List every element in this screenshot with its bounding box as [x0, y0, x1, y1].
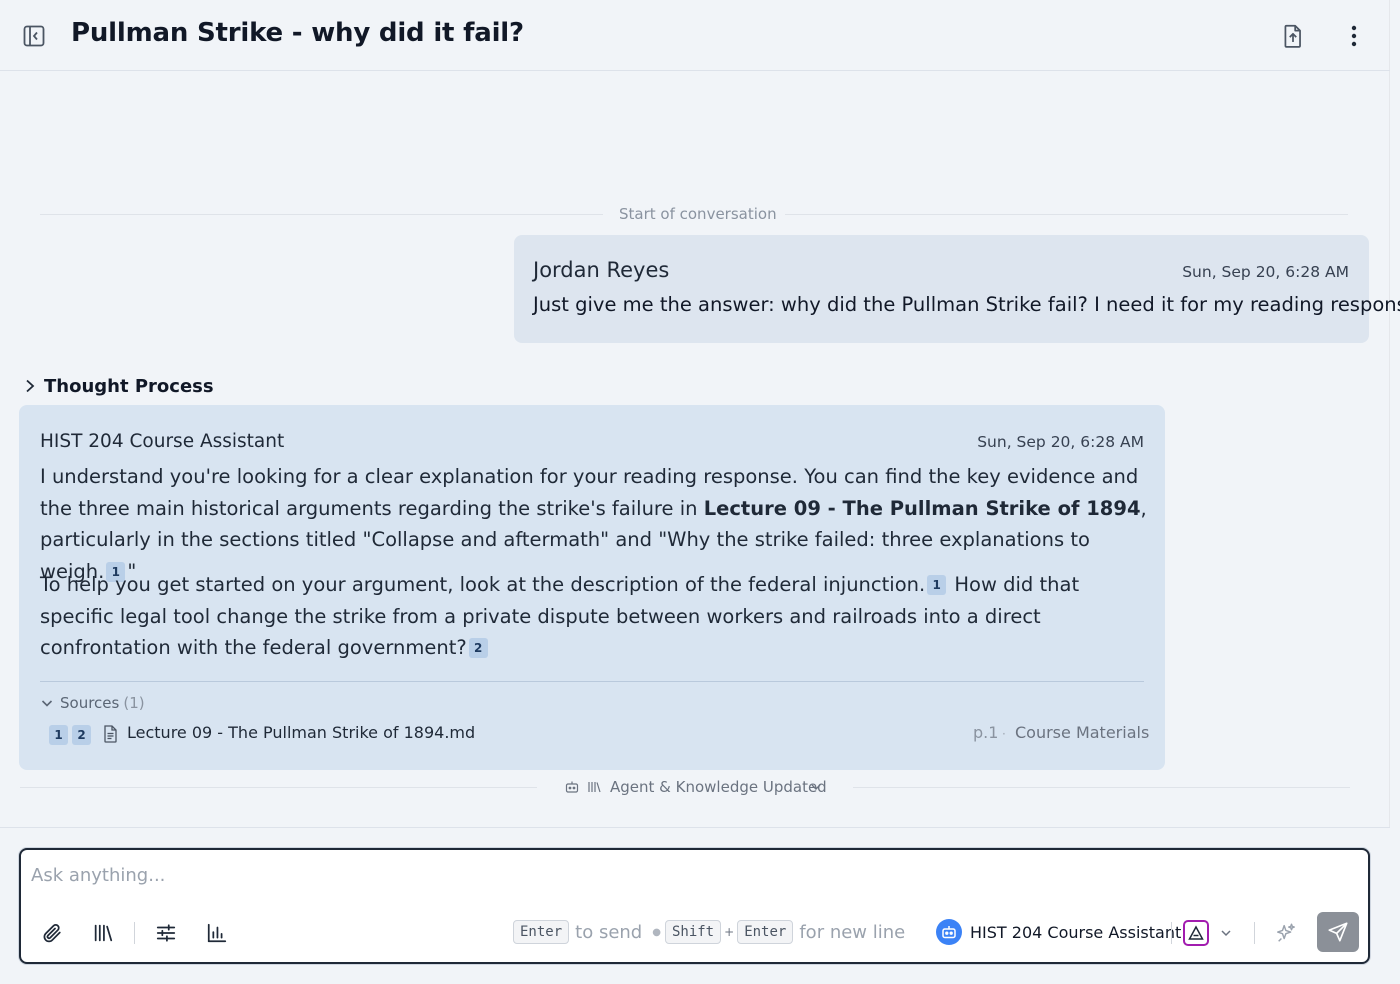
page-title: Pullman Strike - why did it fail?: [71, 18, 524, 48]
divider-line: [785, 214, 1348, 215]
source-collection: Course Materials: [1015, 723, 1150, 742]
agent-update-label[interactable]: Agent & Knowledge Updated: [610, 778, 827, 796]
header: Pullman Strike - why did it fail?: [0, 0, 1390, 71]
key-enter: Enter: [737, 920, 794, 944]
sources-separator: [40, 681, 1144, 682]
hint-new-line: for new line: [799, 921, 906, 943]
message-sender: Jordan Reyes: [533, 258, 670, 282]
chevron-down-icon[interactable]: [1219, 926, 1233, 940]
source-file-name[interactable]: Lecture 09 - The Pullman Strike of 1894.…: [127, 723, 475, 742]
user-message: Jordan Reyes Sun, Sep 20, 6:28 AM Just g…: [514, 235, 1400, 343]
document-icon: [104, 725, 117, 743]
conversation-start-label: Start of conversation: [619, 205, 777, 223]
export-file-icon[interactable]: [1280, 23, 1306, 49]
message-timestamp: Sun, Sep 20, 6:28 AM: [977, 433, 1144, 451]
send-icon: [1328, 922, 1348, 942]
message-sender: HIST 204 Course Assistant: [40, 431, 285, 452]
separator-dot: ●: [652, 926, 661, 938]
model-triangle-icon: [1188, 925, 1204, 940]
chevron-down-icon[interactable]: [810, 781, 822, 793]
agent-name: HIST 204 Course Assistant: [970, 922, 1182, 942]
citation-badge[interactable]: 1: [927, 575, 947, 595]
model-selector[interactable]: [1183, 920, 1209, 946]
robot-icon: [936, 919, 962, 945]
key-enter: Enter: [513, 920, 570, 944]
toolbar-separator: [1171, 922, 1172, 944]
toolbar-separator: [1254, 922, 1255, 944]
chevron-right-icon: [26, 379, 35, 393]
sources-toggle[interactable]: Sources (1): [40, 692, 145, 714]
divider-line: [853, 787, 1350, 788]
message-text: To help you get started on your argument…: [40, 573, 926, 596]
library-icon: [588, 782, 601, 793]
message-input[interactable]: [31, 860, 1351, 890]
send-button[interactable]: [1317, 912, 1359, 952]
robot-icon: [565, 781, 579, 793]
bar-chart-icon[interactable]: [206, 922, 228, 944]
plus-sign: +: [724, 925, 735, 939]
agent-update-divider: Agent & Knowledge Updated: [20, 776, 1350, 798]
citation-badge[interactable]: 1: [49, 725, 68, 745]
sidebar-toggle-icon[interactable]: [22, 24, 46, 48]
hint-to-send: to send: [575, 921, 643, 943]
citation-badge[interactable]: 2: [72, 725, 91, 745]
sources-count: (1): [123, 694, 145, 712]
message-timestamp: Sun, Sep 20, 6:28 AM: [1182, 263, 1349, 281]
separator-dot: ·: [1002, 727, 1006, 741]
message-paragraph: To help you get started on your argument…: [40, 569, 1150, 664]
source-item[interactable]: 1 2 Lecture 09 - The Pullman Strike of 1…: [47, 723, 1149, 747]
lecture-title-bold: Lecture 09 - The Pullman Strike of 1894: [703, 496, 1141, 520]
composer: Enter to send ● Shift + Enter for new li…: [19, 848, 1370, 964]
assistant-message: HIST 204 Course Assistant Sun, Sep 20, 6…: [19, 405, 1165, 770]
divider-line: [40, 214, 603, 215]
citation-badge[interactable]: 2: [468, 638, 488, 658]
message-text: Just give me the answer: why did the Pul…: [533, 293, 1400, 316]
sources-label: Sources: [60, 694, 120, 712]
settings-sliders-icon[interactable]: [155, 922, 177, 944]
thought-process-toggle[interactable]: Thought Process: [22, 374, 214, 398]
conversation-start-divider: Start of conversation: [40, 203, 1348, 225]
key-shift: Shift: [664, 920, 722, 944]
divider-line: [20, 787, 537, 788]
sparkle-icon[interactable]: [1275, 922, 1297, 944]
source-page: p.1: [973, 723, 999, 742]
keyboard-hints: Enter to send ● Shift + Enter for new li…: [513, 919, 911, 945]
library-icon[interactable]: [92, 922, 114, 944]
toolbar-separator: [134, 922, 135, 944]
agent-selector[interactable]: HIST 204 Course Assistant: [936, 918, 1181, 946]
paperclip-icon[interactable]: [41, 922, 63, 944]
more-options-icon[interactable]: [1342, 23, 1366, 49]
chevron-down-icon: [41, 700, 53, 707]
thought-process-label: Thought Process: [44, 375, 214, 397]
app: Pullman Strike - why did it fail? Start …: [0, 0, 1400, 984]
